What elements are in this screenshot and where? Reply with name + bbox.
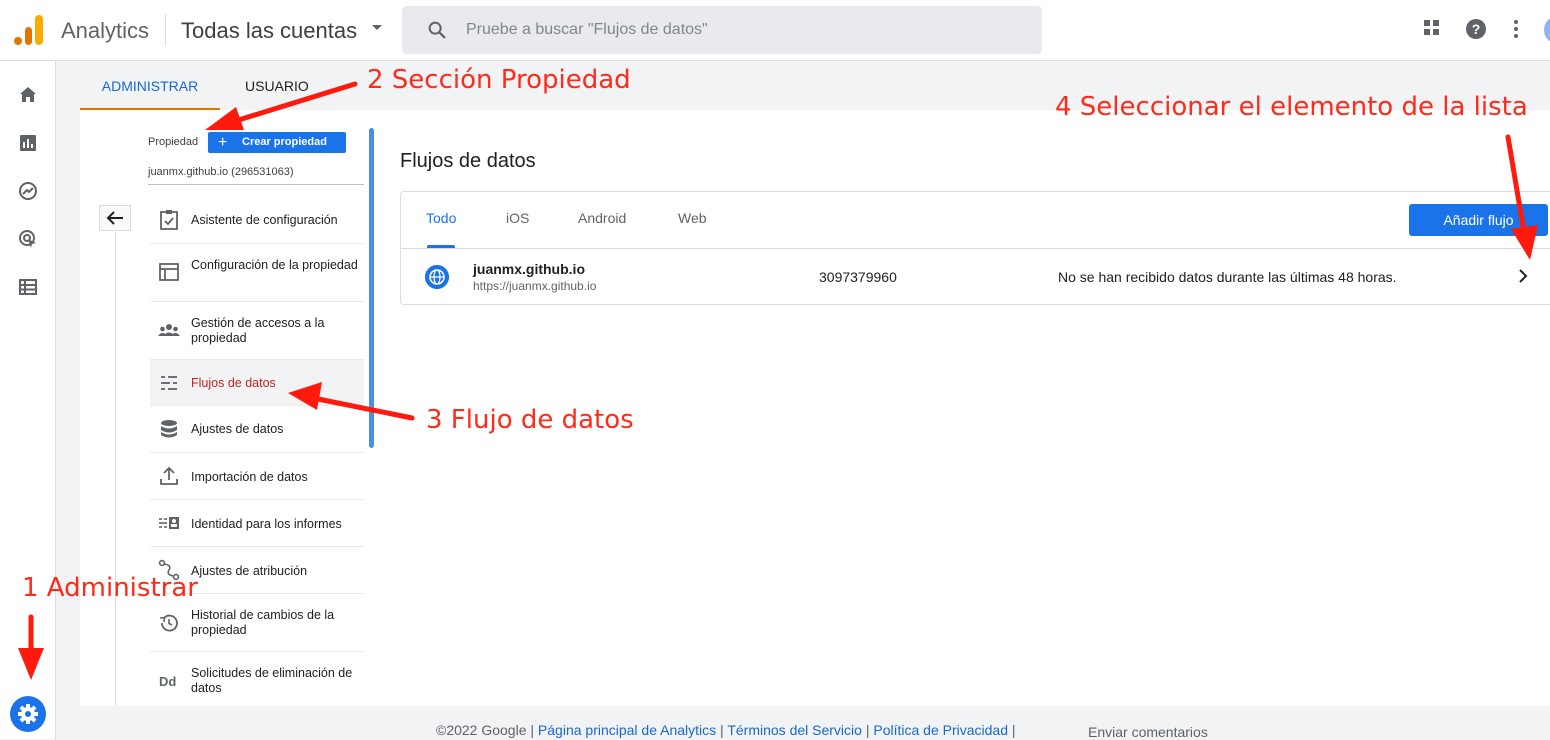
svg-text:Dd: Dd bbox=[159, 674, 176, 689]
apps-grid-icon[interactable] bbox=[1422, 18, 1442, 38]
annotation-2: 2 Sección Propiedad bbox=[367, 65, 631, 95]
menu-item-access-management[interactable]: Gestión de accesos a la propiedad bbox=[150, 302, 364, 360]
feedback-link[interactable]: Enviar comentarios bbox=[1088, 724, 1208, 740]
tab-android[interactable]: Android bbox=[578, 210, 626, 226]
search-input[interactable] bbox=[466, 6, 1026, 54]
footer-copyright: ©2022 Google bbox=[436, 722, 527, 738]
help-icon[interactable]: ? bbox=[1465, 18, 1487, 40]
menu-item-label: Asistente de configuración bbox=[191, 213, 338, 227]
analytics-logo-icon[interactable] bbox=[14, 14, 44, 46]
home-icon[interactable] bbox=[18, 85, 38, 105]
menu-item-label: Solicitudes de eliminación de datos bbox=[191, 666, 353, 695]
dd-icon: Dd bbox=[159, 674, 176, 689]
checklist-icon bbox=[160, 210, 178, 230]
svg-text:?: ? bbox=[1472, 21, 1481, 37]
arrow-left-icon bbox=[106, 211, 123, 225]
create-property-button[interactable]: + Crear propiedad bbox=[208, 132, 346, 153]
page-title: Flujos de datos bbox=[400, 150, 536, 172]
configure-list-icon[interactable] bbox=[18, 277, 38, 297]
menu-item-reporting-identity[interactable]: Identidad para los informes bbox=[150, 500, 364, 547]
scrollbar[interactable] bbox=[369, 128, 374, 448]
annotation-3: 3 Flujo de datos bbox=[426, 405, 634, 435]
upload-icon bbox=[160, 466, 178, 485]
tab-ios[interactable]: iOS bbox=[506, 210, 529, 226]
header-divider bbox=[165, 14, 166, 46]
footer: ©2022 Google | Página principal de Analy… bbox=[436, 722, 1016, 738]
database-icon bbox=[161, 420, 177, 438]
advertising-icon[interactable] bbox=[18, 229, 38, 249]
caret-down-icon[interactable] bbox=[372, 25, 382, 30]
menu-item-label: Identidad para los informes bbox=[191, 517, 342, 531]
menu-item-data-import[interactable]: Importación de datos bbox=[150, 453, 364, 500]
tab-web[interactable]: Web bbox=[678, 210, 707, 226]
menu-item-data-settings[interactable]: Ajustes de datos bbox=[150, 406, 364, 453]
identity-icon bbox=[159, 517, 179, 529]
stream-name: juanmx.github.io bbox=[473, 261, 585, 277]
more-vert-icon[interactable] bbox=[1512, 18, 1520, 40]
people-icon bbox=[158, 324, 180, 336]
property-selector[interactable]: juanmx.github.io (296531063) bbox=[148, 166, 294, 178]
explore-icon[interactable] bbox=[18, 181, 38, 201]
stream-id: 3097379960 bbox=[819, 269, 897, 285]
create-property-label: Crear propiedad bbox=[242, 136, 327, 148]
tab-administrar[interactable]: ADMINISTRAR bbox=[80, 62, 220, 110]
layout-icon bbox=[159, 263, 179, 281]
annotation-1: 1 Administrar bbox=[22, 573, 198, 603]
history-icon bbox=[159, 614, 178, 632]
streams-icon bbox=[161, 376, 177, 390]
menu-item-label: Ajustes de atribución bbox=[191, 564, 308, 578]
tab-usuario[interactable]: USUARIO bbox=[245, 62, 309, 110]
menu-item-data-streams[interactable]: Flujos de datos bbox=[150, 360, 364, 406]
streams-card: Todo iOS Android Web Añadir flujo juanmx… bbox=[400, 191, 1550, 305]
reports-icon[interactable] bbox=[18, 133, 38, 153]
gear-icon bbox=[18, 704, 38, 724]
menu-item-property-settings[interactable]: Configuración de la propiedad bbox=[150, 244, 364, 302]
search-box[interactable] bbox=[402, 6, 1042, 54]
menu-item-deletion-requests[interactable]: Dd Solicitudes de eliminación de datos bbox=[150, 652, 364, 706]
stream-url: https://juanmx.github.io bbox=[473, 279, 597, 293]
chevron-right-icon[interactable] bbox=[1517, 267, 1529, 285]
plus-icon: + bbox=[218, 134, 228, 151]
footer-link-home[interactable]: Página principal de Analytics bbox=[538, 722, 716, 738]
left-nav-rail bbox=[0, 61, 56, 739]
tab-todo[interactable]: Todo bbox=[426, 210, 456, 226]
menu-item-label: Importación de datos bbox=[191, 470, 308, 484]
menu-item-label: Historial de cambios de la propiedad bbox=[191, 608, 335, 637]
footer-link-privacy[interactable]: Política de Privacidad bbox=[873, 722, 1008, 738]
property-panel: Propiedad + Crear propiedad juanmx.githu… bbox=[80, 110, 380, 706]
property-divider bbox=[148, 184, 364, 185]
annotation-4: 4 Seleccionar el elemento de la lista bbox=[1055, 92, 1528, 122]
search-icon bbox=[428, 21, 446, 39]
stream-status: No se han recibido datos durante las últ… bbox=[1058, 269, 1397, 285]
stream-row[interactable]: juanmx.github.io https://juanmx.github.i… bbox=[401, 249, 1550, 305]
menu-item-setup-assistant[interactable]: Asistente de configuración bbox=[150, 197, 364, 244]
admin-gear-button[interactable] bbox=[10, 696, 46, 732]
menu-item-label: Gestión de accesos a la propiedad bbox=[191, 316, 325, 345]
top-bar: Analytics Todas las cuentas ? bbox=[0, 0, 1550, 61]
app-title: Analytics bbox=[61, 18, 150, 43]
menu-item-label: Ajustes de datos bbox=[191, 422, 284, 436]
avatar[interactable] bbox=[1544, 16, 1550, 44]
back-button[interactable] bbox=[99, 205, 131, 231]
menu-item-label: Flujos de datos bbox=[191, 376, 276, 390]
globe-icon bbox=[425, 265, 449, 289]
add-stream-button[interactable]: Añadir flujo bbox=[1409, 204, 1548, 236]
tree-line bbox=[115, 232, 116, 706]
property-label: Propiedad bbox=[148, 136, 199, 148]
footer-link-terms[interactable]: Términos del Servicio bbox=[727, 722, 862, 738]
account-selector[interactable]: Todas las cuentas bbox=[181, 18, 357, 44]
menu-item-label: Configuración de la propiedad bbox=[191, 258, 358, 272]
